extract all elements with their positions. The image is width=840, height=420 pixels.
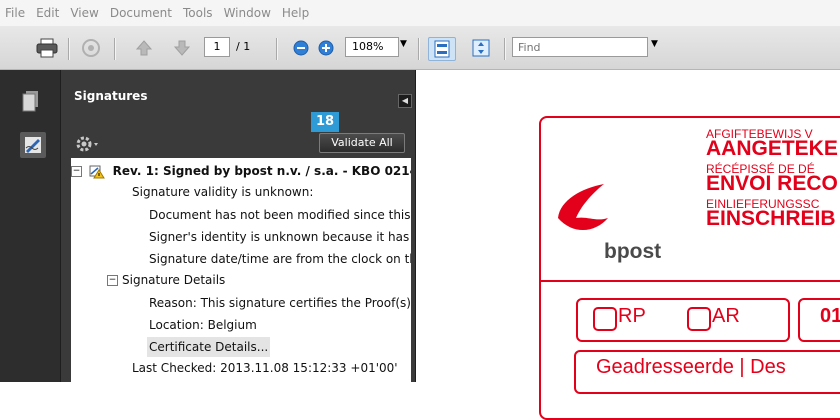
page-total: / 1 xyxy=(236,40,251,53)
datetime-message: Signature date/time are from the clock o… xyxy=(149,252,411,266)
ar-checkbox[interactable] xyxy=(687,307,711,331)
pages-icon xyxy=(22,91,38,112)
panel-title: Signatures xyxy=(74,89,148,103)
zoom-in-icon xyxy=(318,40,334,56)
options-menu-button[interactable] xyxy=(75,135,101,156)
tree-row-revision[interactable]: − Rev. 1: Signed by bpost n.v. / s.a. - … xyxy=(71,160,411,182)
collapse-toggle-icon[interactable]: − xyxy=(71,166,82,177)
code-text: 01 xyxy=(820,305,840,327)
menu-help[interactable]: Help xyxy=(277,6,315,20)
addressee-label: Geadresseerde | Des xyxy=(596,356,786,378)
menu-tools[interactable]: Tools xyxy=(178,6,219,20)
toolbar: 1 / 1 108% ▼ ▼ xyxy=(0,26,840,70)
reason-text: Reason: This signature certifies the Pro… xyxy=(149,296,411,310)
certificate-details-link[interactable]: Certificate Details... xyxy=(147,337,271,357)
validate-all-button[interactable]: Validate All xyxy=(319,133,405,153)
menu-document[interactable]: Document xyxy=(105,6,178,20)
signature-tree: − Rev. 1: Signed by bpost n.v. / s.a. - … xyxy=(71,158,411,382)
panel-options-button[interactable]: ◀ xyxy=(398,94,412,108)
rp-label: RP xyxy=(618,305,646,327)
navigation-strip xyxy=(0,70,60,382)
receipt-divider xyxy=(541,280,840,282)
signature-pen-icon xyxy=(25,137,41,153)
find-input[interactable] xyxy=(512,37,648,57)
doc-line-2: AANGETEKE xyxy=(706,137,838,160)
previous-page-button[interactable] xyxy=(135,39,153,60)
bpost-logo-icon xyxy=(558,184,608,231)
fit-width-button[interactable] xyxy=(428,37,456,61)
pages-button[interactable] xyxy=(22,90,40,115)
gear-icon xyxy=(76,136,98,152)
ar-label: AR xyxy=(712,305,740,327)
signatures-panel: Signatures ◀ 18 Validate All − Rev. 1: S… xyxy=(60,70,416,382)
next-page-button[interactable] xyxy=(173,39,191,60)
print-button[interactable] xyxy=(36,38,58,61)
page-number-input[interactable]: 1 xyxy=(204,37,230,57)
signature-details-label: Signature Details xyxy=(122,273,226,287)
find-dropdown-chevron-down-icon[interactable]: ▼ xyxy=(651,39,658,49)
zoom-dropdown-chevron-down-icon[interactable]: ▼ xyxy=(400,39,407,49)
bpost-logo-text: bpost xyxy=(604,240,662,263)
last-checked-text: Last Checked: 2013.11.08 15:12:33 +01'00… xyxy=(132,361,398,375)
menu-bar: File Edit View Document Tools Window Hel… xyxy=(0,0,840,26)
menu-edit[interactable]: Edit xyxy=(31,6,65,20)
revision-label: Rev. 1: Signed by bpost n.v. / s.a. - KB… xyxy=(112,164,411,178)
collapse-toggle-icon[interactable]: − xyxy=(107,275,118,286)
printer-icon xyxy=(36,38,58,58)
zoom-out-icon xyxy=(293,40,309,56)
menu-file[interactable]: File xyxy=(0,6,31,20)
rp-checkbox[interactable] xyxy=(593,307,617,331)
zoom-out-button[interactable] xyxy=(293,40,309,59)
fit-width-icon xyxy=(434,40,450,58)
tree-row-signature-details[interactable]: − Signature Details xyxy=(107,269,225,291)
document-view[interactable]: bpost AFGIFTEBEWIJS V AANGETEKE RÉCÉPISS… xyxy=(416,70,840,420)
location-text: Location: Belgium xyxy=(149,318,257,332)
menu-window[interactable]: Window xyxy=(219,6,277,20)
identity-message: Signer's identity is unknown because it … xyxy=(149,230,411,244)
doc-line-6: EINSCHREIB xyxy=(706,207,836,230)
step-badge: 18 xyxy=(311,112,339,132)
arrow-down-icon xyxy=(173,40,191,56)
caret-right-icon: ◀ xyxy=(401,96,409,105)
doc-line-4: ENVOI RECO xyxy=(706,172,838,195)
validity-status: Signature validity is unknown: xyxy=(132,185,314,199)
share-icon xyxy=(82,39,100,57)
fit-page-button[interactable] xyxy=(471,38,491,61)
menu-view[interactable]: View xyxy=(65,6,104,20)
arrow-up-icon xyxy=(135,40,153,56)
warning-signature-icon xyxy=(89,165,105,178)
signatures-nav-button[interactable] xyxy=(20,132,46,158)
zoom-in-button[interactable] xyxy=(318,40,334,59)
not-modified-message: Document has not been modified since thi… xyxy=(149,208,411,222)
collaborate-button[interactable] xyxy=(80,38,102,61)
fit-page-icon xyxy=(472,39,490,57)
zoom-level-input[interactable]: 108% xyxy=(345,37,399,57)
